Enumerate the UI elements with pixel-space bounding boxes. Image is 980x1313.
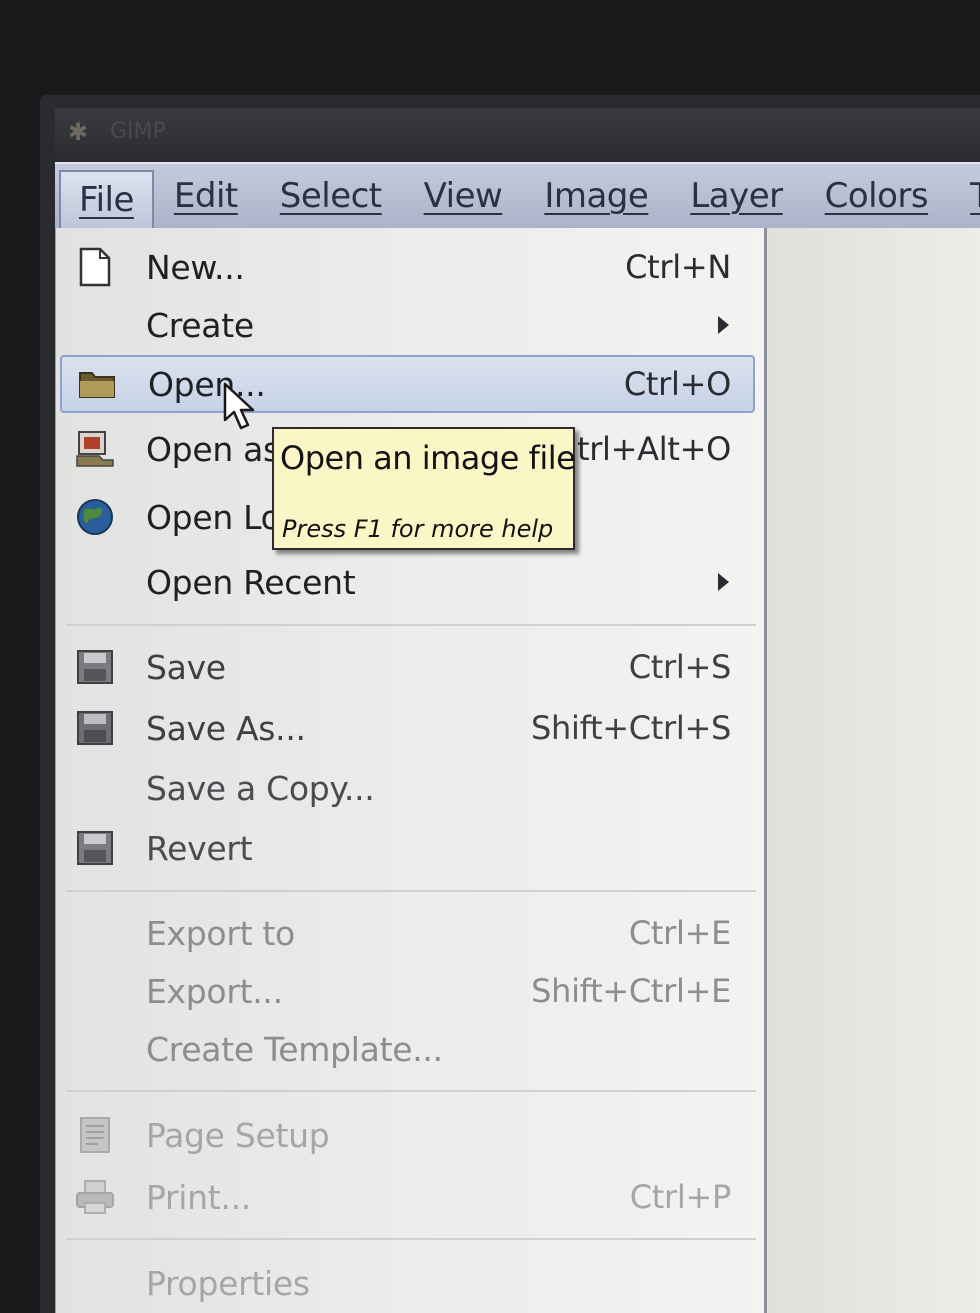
menu-item-label: Save a Copy...: [146, 768, 375, 808]
tooltip: Open an image file Press F1 for more hel…: [272, 427, 576, 550]
menu-item-shortcut: Ctrl+E: [628, 914, 731, 952]
menu-item-label: Create Template...: [146, 1029, 443, 1069]
menu-image[interactable]: Image: [524, 168, 670, 224]
window-titlebar: [55, 108, 980, 160]
menu-item-label: Revert: [146, 828, 253, 868]
menu-item-shortcut: Ctrl+N: [625, 248, 731, 286]
menu-item-label: Open Recent: [146, 562, 356, 602]
menu-item-print[interactable]: Print... Ctrl+P: [56, 1168, 761, 1226]
menu-tools[interactable]: Too: [950, 168, 980, 224]
menu-item-label: Save: [146, 647, 226, 687]
menu-separator: [66, 890, 756, 892]
menu-separator: [66, 624, 756, 626]
menu-item-label: New...: [146, 247, 245, 287]
open-as-layers-icon: [74, 429, 116, 469]
menu-separator: [66, 1238, 756, 1240]
file-menu-dropdown: New... Ctrl+N Create Open... Ctrl+O Open…: [55, 228, 767, 1313]
revert-icon: [74, 828, 116, 868]
globe-icon: [74, 497, 116, 537]
menu-item-save-copy[interactable]: Save a Copy...: [56, 759, 761, 817]
mouse-cursor-icon: [222, 382, 262, 432]
window-title: GIMP: [110, 119, 166, 144]
menu-item-export[interactable]: Export... Shift+Ctrl+E: [56, 962, 761, 1020]
menu-item-label: Open as: [146, 429, 280, 469]
image-canvas-area: [764, 228, 980, 1313]
menu-item-label: Open Lo: [146, 497, 281, 537]
menu-separator: [66, 1090, 756, 1092]
menu-item-create[interactable]: Create: [56, 296, 761, 354]
menu-item-create-template[interactable]: Create Template...: [56, 1020, 761, 1078]
menu-item-save[interactable]: Save Ctrl+S: [56, 638, 761, 696]
menu-colors[interactable]: Colors: [805, 168, 950, 224]
save-as-icon: [74, 708, 116, 748]
menu-item-label: Save As...: [146, 708, 306, 748]
menu-item-label: Create: [146, 305, 254, 345]
page-setup-icon: [74, 1115, 116, 1155]
menu-item-shortcut: Ctrl+O: [623, 365, 731, 403]
menu-view[interactable]: View: [404, 168, 525, 224]
menu-layer[interactable]: Layer: [670, 168, 804, 224]
menubar: File Edit Select View Image Layer Colors…: [55, 162, 980, 228]
menu-item-new[interactable]: New... Ctrl+N: [56, 238, 761, 296]
submenu-arrow-icon: [718, 573, 729, 591]
menu-item-export-to[interactable]: Export to Ctrl+E: [56, 904, 761, 962]
menu-item-shortcut: Shift+Ctrl+S: [530, 709, 731, 747]
new-document-icon: [74, 247, 116, 287]
printer-icon: [74, 1177, 116, 1217]
tooltip-help-text: Press F1 for more help: [282, 515, 554, 543]
menu-select[interactable]: Select: [260, 168, 404, 224]
tooltip-title: Open an image file: [280, 439, 576, 477]
menu-item-label: Export...: [146, 971, 283, 1011]
menu-item-page-setup[interactable]: Page Setup: [56, 1106, 761, 1164]
menu-file[interactable]: File: [59, 170, 154, 228]
menu-item-label: Page Setup: [146, 1115, 330, 1155]
menu-item-shortcut: Ctrl+S: [628, 648, 732, 686]
save-icon: [74, 647, 116, 687]
menu-item-open-recent[interactable]: Open Recent: [56, 553, 761, 611]
menu-item-shortcut: Ctrl+P: [629, 1178, 732, 1216]
menu-edit[interactable]: Edit: [154, 168, 260, 224]
app-logo-icon: ✱: [68, 118, 89, 146]
menu-item-revert[interactable]: Revert: [56, 819, 761, 877]
submenu-arrow-icon: [718, 316, 729, 334]
menu-item-shortcut: Shift+Ctrl+E: [531, 972, 731, 1010]
menu-item-properties[interactable]: Properties: [56, 1254, 761, 1312]
menu-item-label: Print...: [146, 1177, 251, 1217]
menu-item-label: Export to: [146, 913, 295, 953]
menu-item-shortcut: trl+Alt+O: [576, 430, 731, 468]
menu-item-label: Properties: [146, 1263, 310, 1303]
folder-icon: [76, 364, 118, 404]
menu-item-save-as[interactable]: Save As... Shift+Ctrl+S: [56, 699, 761, 757]
menu-item-open[interactable]: Open... Ctrl+O: [60, 355, 755, 413]
